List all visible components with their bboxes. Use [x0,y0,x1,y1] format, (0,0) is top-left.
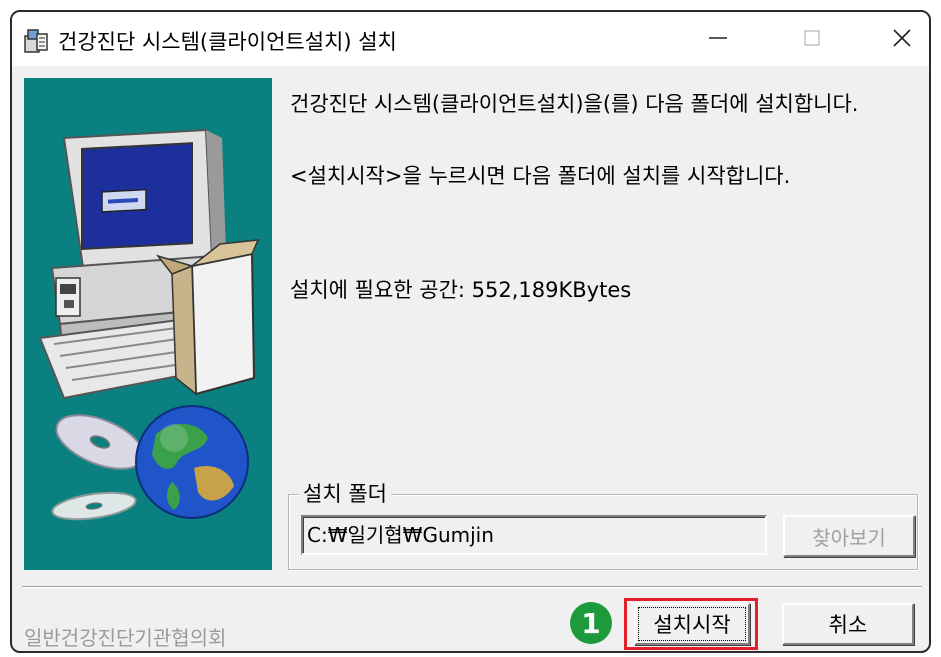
minimize-icon [709,37,727,39]
install-folder-path-field: C:₩일기협₩Gumjin [301,515,767,555]
footer-separator [22,586,922,588]
install-destination-message: 건강진단 시스템(클라이언트설치)을(를) 다음 폴더에 설치합니다. [290,92,859,116]
title-bar: 건강진단 시스템(클라이언트설치) 설치 [12,12,929,66]
close-button[interactable] [884,24,920,52]
required-space-label: 설치에 필요한 공간: 552,189KBytes [290,278,632,302]
install-start-instruction: <설치시작>을 누르시면 다음 폴더에 설치를 시작합니다. [290,164,791,188]
installer-window: 건강진단 시스템(클라이언트설치) 설치 건강진단 시스템(클라이언트설치)을(… [10,10,931,653]
organization-label: 일반건강진단기관협의회 [24,626,227,650]
installer-side-image [24,78,272,570]
close-icon [893,29,911,47]
maximize-icon [804,30,820,46]
install-folder-group: 설치 폴더 C:₩일기협₩Gumjin 찾아보기 [288,481,918,570]
install-start-button[interactable]: 설치시작 [634,603,750,645]
step-badge: 1 [570,602,612,644]
maximize-button[interactable] [794,24,830,52]
install-folder-legend: 설치 폴더 [299,481,391,507]
browse-button[interactable]: 찾아보기 [783,515,915,557]
computer-illustration [24,78,272,570]
minimize-button[interactable] [700,24,736,52]
installer-app-icon [24,29,48,53]
window-title: 건강진단 시스템(클라이언트설치) 설치 [58,30,397,54]
cancel-button[interactable]: 취소 [782,603,914,645]
